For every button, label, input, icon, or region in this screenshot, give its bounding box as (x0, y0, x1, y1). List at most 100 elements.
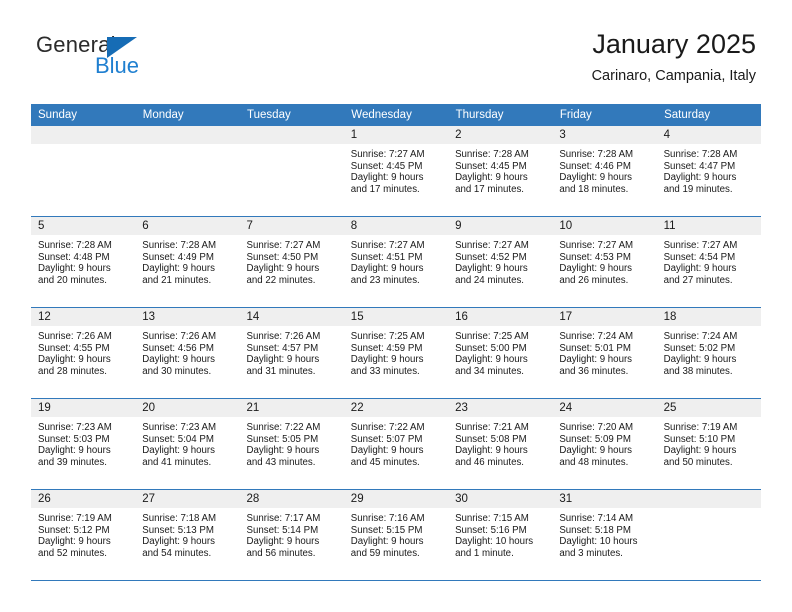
calendar-cell-day[interactable]: 15 Sunrise: 7:25 AM Sunset: 4:59 PM Dayligh… (343, 307, 449, 399)
day-number (656, 490, 761, 508)
calendar-cell-day[interactable]: 7 Sunrise: 7:27 AM Sunset: 4:50 PM Daylight… (239, 216, 344, 308)
daylight-duration-line2: and 33 minutes. (350, 365, 420, 377)
calendar-cell-empty (31, 126, 136, 217)
calendar-cell-day[interactable]: 20 Sunrise: 7:23 AM Sunset: 5:04 PM Dayligh… (135, 398, 240, 490)
calendar-cell-day[interactable]: 8 Sunrise: 7:27 AM Sunset: 4:51 PM Daylight… (343, 216, 449, 308)
sunset-time: Sunset: 5:10 PM (663, 433, 736, 445)
calendar-cell-day[interactable]: 13 Sunrise: 7:26 AM Sunset: 4:56 PM Dayligh… (135, 307, 240, 399)
day-details: Sunrise: 7:27 AM Sunset: 4:54 PM Daylight:… (657, 235, 761, 286)
sunrise-time: Sunrise: 7:23 AM (142, 422, 217, 433)
daylight-duration-line1: Daylight: 9 hours (38, 263, 111, 275)
day-details: Sunrise: 7:27 AM Sunset: 4:45 PM Daylight:… (344, 144, 448, 195)
calendar-cell-day[interactable]: 18 Sunrise: 7:24 AM Sunset: 5:02 PM Dayligh… (656, 307, 761, 399)
daylight-duration-line2: and 56 minutes. (246, 547, 316, 559)
day-number: 23 (448, 399, 553, 417)
daylight-duration-line1: Daylight: 9 hours (142, 536, 215, 548)
calendar-cell-inner: 12 Sunrise: 7:26 AM Sunset: 4:55 PM Dayligh… (31, 308, 136, 398)
sunset-time: Sunset: 5:12 PM (38, 524, 110, 536)
calendar-cell-day[interactable]: 9 Sunrise: 7:27 AM Sunset: 4:52 PM Daylight… (448, 216, 553, 308)
sunrise-time: Sunrise: 7:28 AM (38, 240, 112, 251)
calendar-cell-inner: 27 Sunrise: 7:18 AM Sunset: 5:13 PM Dayligh… (135, 490, 240, 580)
calendar-cell-day[interactable]: 31 Sunrise: 7:14 AM Sunset: 5:18 PM Dayligh… (552, 489, 657, 581)
calendar-cell-day[interactable]: 14 Sunrise: 7:26 AM Sunset: 4:57 PM Dayligh… (239, 307, 344, 399)
calendar-cell-day[interactable]: 16 Sunrise: 7:25 AM Sunset: 5:00 PM Dayligh… (448, 307, 553, 399)
title-block: January 2025 Carinaro, Campania, Italy (592, 28, 756, 86)
day-number: 31 (552, 490, 657, 508)
daylight-duration-line2: and 45 minutes. (350, 456, 420, 468)
daylight-duration-line2: and 24 minutes. (455, 274, 524, 286)
sunrise-time: Sunrise: 7:27 AM (455, 240, 529, 251)
sunrise-time: Sunrise: 7:26 AM (142, 331, 217, 342)
daylight-duration-line1: Daylight: 10 hours (455, 536, 534, 548)
calendar-cell-day[interactable]: 12 Sunrise: 7:26 AM Sunset: 4:55 PM Dayligh… (31, 307, 136, 399)
calendar-cell-day[interactable]: 29 Sunrise: 7:16 AM Sunset: 5:15 PM Dayligh… (343, 489, 449, 581)
day-details: Sunrise: 7:26 AM Sunset: 4:56 PM Daylight:… (135, 326, 239, 377)
daylight-duration-line1: Daylight: 9 hours (350, 263, 424, 275)
day-number: 25 (656, 399, 761, 417)
sunset-time: Sunset: 5:03 PM (38, 433, 110, 445)
day-number (135, 126, 240, 144)
weekday-header-sunday: Sunday (31, 104, 136, 126)
daylight-duration-line1: Daylight: 9 hours (455, 445, 528, 457)
calendar-cell-day[interactable]: 5 Sunrise: 7:28 AM Sunset: 4:48 PM Daylight… (31, 216, 136, 308)
daylight-duration-line2: and 1 minute. (455, 547, 514, 559)
day-details: Sunrise: 7:28 AM Sunset: 4:47 PM Daylight:… (657, 144, 761, 195)
calendar-cell-day[interactable]: 23 Sunrise: 7:21 AM Sunset: 5:08 PM Dayligh… (448, 398, 553, 490)
day-details: Sunrise: 7:26 AM Sunset: 4:55 PM Daylight:… (31, 326, 135, 377)
daylight-duration-line2: and 22 minutes. (246, 274, 316, 286)
daylight-duration-line1: Daylight: 9 hours (663, 172, 737, 184)
day-number: 9 (448, 217, 553, 235)
daylight-duration-line1: Daylight: 9 hours (455, 354, 528, 366)
daylight-duration-line1: Daylight: 9 hours (663, 263, 737, 275)
sunset-time: Sunset: 5:05 PM (246, 433, 319, 445)
calendar-cell-inner: 11 Sunrise: 7:27 AM Sunset: 4:54 PM Dayligh… (656, 217, 761, 307)
day-details: Sunrise: 7:22 AM Sunset: 5:05 PM Daylight:… (240, 417, 344, 468)
calendar-cell-day[interactable]: 1 Sunrise: 7:27 AM Sunset: 4:45 PM Daylight… (343, 126, 449, 217)
day-number: 21 (239, 399, 344, 417)
calendar-cell-inner: 2 Sunrise: 7:28 AM Sunset: 4:45 PM Daylight… (448, 126, 553, 216)
sunset-time: Sunset: 5:09 PM (559, 433, 631, 445)
day-details: Sunrise: 7:17 AM Sunset: 5:14 PM Daylight:… (240, 508, 344, 559)
day-number: 10 (552, 217, 657, 235)
day-details: Sunrise: 7:22 AM Sunset: 5:07 PM Daylight:… (344, 417, 448, 468)
sunset-time: Sunset: 4:56 PM (142, 342, 214, 354)
calendar-cell-day[interactable]: 22 Sunrise: 7:22 AM Sunset: 5:07 PM Dayligh… (343, 398, 449, 490)
daylight-duration-line1: Daylight: 9 hours (246, 354, 320, 366)
calendar-cell-day[interactable]: 2 Sunrise: 7:28 AM Sunset: 4:45 PM Daylight… (448, 126, 553, 217)
calendar-week-row: 1 Sunrise: 7:27 AM Sunset: 4:45 PM Daylight… (31, 126, 761, 217)
calendar-body: 1 Sunrise: 7:27 AM Sunset: 4:45 PM Daylight… (31, 126, 761, 581)
brand-logo[interactable]: General Blue (36, 34, 256, 90)
calendar-cell-day[interactable]: 6 Sunrise: 7:28 AM Sunset: 4:49 PM Daylight… (135, 216, 240, 308)
calendar-cell-inner: 5 Sunrise: 7:28 AM Sunset: 4:48 PM Daylight… (31, 217, 136, 307)
daylight-duration-line2: and 19 minutes. (663, 183, 733, 195)
calendar-cell-day[interactable]: 28 Sunrise: 7:17 AM Sunset: 5:14 PM Dayligh… (239, 489, 344, 581)
calendar-cell-day[interactable]: 30 Sunrise: 7:15 AM Sunset: 5:16 PM Dayligh… (448, 489, 553, 581)
weekday-header-wednesday: Wednesday (343, 104, 449, 126)
location-subtitle: Carinaro, Campania, Italy (591, 68, 756, 84)
daylight-duration-line2: and 41 minutes. (142, 456, 212, 468)
daylight-duration-line2: and 21 minutes. (142, 274, 212, 286)
sunrise-time: Sunrise: 7:27 AM (350, 240, 425, 251)
daylight-duration-line2: and 36 minutes. (559, 365, 629, 377)
calendar-cell-day[interactable]: 10 Sunrise: 7:27 AM Sunset: 4:53 PM Dayligh… (552, 216, 657, 308)
daylight-duration-line2: and 43 minutes. (246, 456, 316, 468)
calendar-cell-day[interactable]: 11 Sunrise: 7:27 AM Sunset: 4:54 PM Dayligh… (656, 216, 761, 308)
sunrise-time: Sunrise: 7:24 AM (559, 331, 634, 342)
day-details: Sunrise: 7:24 AM Sunset: 5:01 PM Daylight:… (552, 326, 656, 377)
calendar-cell-day[interactable]: 27 Sunrise: 7:18 AM Sunset: 5:13 PM Dayligh… (135, 489, 240, 581)
calendar-cell-day[interactable]: 24 Sunrise: 7:20 AM Sunset: 5:09 PM Dayligh… (552, 398, 657, 490)
daylight-duration-line2: and 3 minutes. (559, 547, 623, 559)
daylight-duration-line2: and 30 minutes. (142, 365, 212, 377)
calendar-cell-day[interactable]: 19 Sunrise: 7:23 AM Sunset: 5:03 PM Dayligh… (31, 398, 136, 490)
sunset-time: Sunset: 5:01 PM (559, 342, 631, 354)
calendar-cell-inner: 6 Sunrise: 7:28 AM Sunset: 4:49 PM Daylight… (135, 217, 240, 307)
calendar-cell-day[interactable]: 4 Sunrise: 7:28 AM Sunset: 4:47 PM Daylight… (656, 126, 761, 217)
calendar-cell-day[interactable]: 26 Sunrise: 7:19 AM Sunset: 5:12 PM Dayligh… (31, 489, 136, 581)
calendar-cell-day[interactable]: 17 Sunrise: 7:24 AM Sunset: 5:01 PM Dayligh… (552, 307, 657, 399)
daylight-duration-line2: and 52 minutes. (38, 547, 107, 559)
day-details: Sunrise: 7:16 AM Sunset: 5:15 PM Daylight:… (344, 508, 448, 559)
calendar-cell-day[interactable]: 25 Sunrise: 7:19 AM Sunset: 5:10 PM Dayligh… (656, 398, 761, 490)
calendar-cell-day[interactable]: 3 Sunrise: 7:28 AM Sunset: 4:46 PM Daylight… (552, 126, 657, 217)
daylight-duration-line1: Daylight: 9 hours (350, 445, 424, 457)
calendar-cell-day[interactable]: 21 Sunrise: 7:22 AM Sunset: 5:05 PM Dayligh… (239, 398, 344, 490)
